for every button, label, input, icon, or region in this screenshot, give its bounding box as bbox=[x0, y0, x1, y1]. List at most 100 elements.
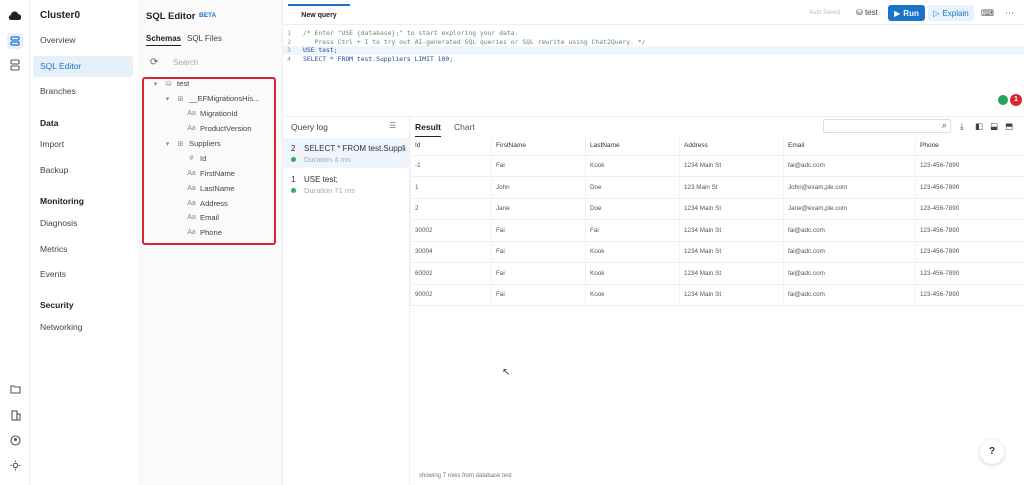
table-cell[interactable]: 1 bbox=[410, 176, 492, 199]
table-cell[interactable]: 123-456-7890 bbox=[915, 176, 1024, 199]
explain-label: Explain bbox=[942, 8, 969, 18]
database-selector[interactable]: ⛁ test bbox=[856, 8, 878, 17]
table-cell[interactable]: 123-456-7890 bbox=[915, 284, 1024, 306]
table-cell[interactable]: 123-456-7890 bbox=[915, 219, 1024, 242]
tab-chart[interactable]: Chart bbox=[454, 122, 475, 132]
tab-result[interactable]: Result bbox=[415, 122, 441, 138]
sql-editor[interactable]: 1 /* Enter "USE {database};" to start exp… bbox=[283, 26, 1024, 96]
table-cell[interactable]: 123-456-7890 bbox=[915, 241, 1024, 263]
cloud-logo-icon[interactable] bbox=[7, 7, 23, 23]
nav-item-metrics[interactable]: Metrics bbox=[33, 239, 133, 260]
run-button[interactable]: ▶ Run bbox=[888, 5, 925, 21]
table-cell[interactable]: -1 bbox=[410, 155, 492, 177]
layout-top-icon[interactable]: ⬒ bbox=[1005, 121, 1013, 132]
layout-left-icon[interactable]: ◧ bbox=[975, 121, 983, 132]
nav-item-events[interactable]: Events bbox=[33, 264, 133, 285]
query-log-item[interactable]: 2 SELECT * FROM test.Suppli... Duration … bbox=[283, 138, 410, 168]
server-stack-icon[interactable] bbox=[7, 57, 23, 73]
search-icon: ⌕ bbox=[941, 120, 947, 130]
cluster-name: Cluster0 bbox=[40, 10, 81, 21]
query-duration: Duration 4 ms bbox=[304, 155, 351, 164]
table-header-row: Id FirstName LastName Address Email Phon… bbox=[410, 137, 1024, 156]
table-cell[interactable]: Doe bbox=[585, 198, 680, 220]
refresh-icon[interactable]: ⟳ bbox=[150, 57, 158, 68]
table-cell[interactable]: 2 bbox=[410, 198, 492, 220]
database-icon[interactable] bbox=[7, 33, 23, 49]
table-cell[interactable]: John@exam,ple.com bbox=[783, 176, 916, 199]
table-cell[interactable]: fai@adc.com bbox=[783, 284, 916, 306]
nav-item-backup[interactable]: Backup bbox=[33, 160, 133, 181]
table-cell[interactable]: 1234 Main St bbox=[679, 262, 784, 285]
keyboard-icon[interactable]: ⌨ bbox=[981, 8, 994, 19]
nav-item-sql-editor[interactable]: SQL Editor bbox=[33, 56, 133, 77]
download-icon[interactable]: ⤓ bbox=[960, 121, 964, 132]
help-button[interactable]: ? bbox=[980, 440, 1004, 464]
table-cell[interactable]: Fai bbox=[491, 155, 586, 177]
table-cell[interactable]: 60002 bbox=[410, 262, 492, 285]
building-icon[interactable] bbox=[7, 407, 23, 423]
more-icon[interactable]: ⋯ bbox=[1005, 8, 1014, 19]
table-cell[interactable]: Kook bbox=[585, 155, 680, 177]
column-header[interactable]: Email bbox=[783, 137, 916, 156]
table-cell[interactable]: 1234 Main St bbox=[679, 284, 784, 306]
table-cell[interactable]: 30004 bbox=[410, 241, 492, 263]
table-cell[interactable]: fai@adc.com bbox=[783, 262, 916, 285]
tab-new-query[interactable]: New query bbox=[288, 4, 350, 25]
table-cell[interactable]: 30002 bbox=[410, 219, 492, 242]
table-cell[interactable]: 1234 Main St bbox=[679, 155, 784, 177]
table-cell[interactable]: fai@adc.com bbox=[783, 219, 916, 242]
folder-settings-icon[interactable] bbox=[7, 381, 23, 397]
nav-item-networking[interactable]: Networking bbox=[33, 317, 133, 338]
table-cell[interactable]: 1234 Main St bbox=[679, 241, 784, 263]
nav-item-overview[interactable]: Overview bbox=[33, 30, 133, 51]
table-cell[interactable]: 1234 Main St bbox=[679, 198, 784, 220]
nav-item-diagnosis[interactable]: Diagnosis bbox=[33, 213, 133, 234]
table-cell[interactable]: Jane bbox=[491, 198, 586, 220]
notification-badge[interactable]: 1 bbox=[1010, 94, 1022, 106]
nav-section-monitoring: Monitoring bbox=[40, 196, 84, 206]
table-cell[interactable]: 123-456-7890 bbox=[915, 262, 1024, 285]
table-cell[interactable]: Fai bbox=[491, 219, 586, 242]
nav-item-branches[interactable]: Branches bbox=[33, 81, 133, 102]
column-header[interactable]: Id bbox=[410, 137, 492, 156]
table-cell[interactable]: 123 Main St bbox=[679, 176, 784, 199]
table-cell[interactable]: 123-456-7890 bbox=[915, 155, 1024, 177]
column-header[interactable]: Phone bbox=[915, 137, 1024, 156]
table-cell[interactable]: Jane@exam,ple.com bbox=[783, 198, 916, 220]
results-search-input[interactable]: ⌕ bbox=[823, 119, 951, 133]
column-header[interactable]: Address bbox=[679, 137, 784, 156]
table-cell[interactable]: Kook bbox=[585, 262, 680, 285]
explain-button[interactable]: ▷ Explain bbox=[928, 5, 974, 21]
table-cell[interactable]: Fai bbox=[585, 219, 680, 242]
table-cell[interactable]: Kook bbox=[585, 241, 680, 263]
tab-sql-files[interactable]: SQL Files bbox=[187, 34, 222, 43]
theme-sun-icon[interactable] bbox=[7, 457, 23, 473]
filter-icon[interactable]: ☰ bbox=[389, 121, 396, 130]
success-dot-icon bbox=[291, 188, 296, 193]
autosave-status: Auto Saved bbox=[809, 10, 841, 16]
query-log-item[interactable]: 1 USE test; Duration 71 ms bbox=[283, 169, 410, 199]
table-cell[interactable]: Fai bbox=[491, 262, 586, 285]
table-row: 90002 Fai Kook 1234 Main St fai@adc.com 123-4… bbox=[410, 284, 1024, 306]
table-cell[interactable]: Doe bbox=[585, 176, 680, 199]
column-header[interactable]: FirstName bbox=[491, 137, 586, 156]
nav-section-data: Data bbox=[40, 118, 59, 128]
tab-schemas[interactable]: Schemas bbox=[146, 34, 182, 46]
layout-bottom-icon[interactable]: ⬓ bbox=[990, 121, 998, 132]
table-cell[interactable]: John bbox=[491, 176, 586, 199]
table-cell[interactable]: 90002 bbox=[410, 284, 492, 306]
schema-search-input[interactable]: Search bbox=[173, 58, 198, 67]
user-profile-icon[interactable] bbox=[7, 432, 23, 448]
table-cell[interactable]: 1234 Main St bbox=[679, 219, 784, 242]
table-cell[interactable]: Fai bbox=[491, 241, 586, 263]
table-cell[interactable]: Fai bbox=[491, 284, 586, 306]
nav-item-import[interactable]: Import bbox=[33, 134, 133, 155]
mouse-cursor-icon: ↖ bbox=[502, 367, 511, 378]
table-cell[interactable]: fai@adc.com bbox=[783, 155, 916, 177]
query-sql: SELECT * FROM test.Suppli... bbox=[304, 144, 406, 153]
ai-assistant-icon[interactable] bbox=[998, 95, 1008, 105]
column-header[interactable]: LastName bbox=[585, 137, 680, 156]
table-cell[interactable]: Kook bbox=[585, 284, 680, 306]
table-cell[interactable]: 123-456-7890 bbox=[915, 198, 1024, 220]
table-cell[interactable]: fai@adc.com bbox=[783, 241, 916, 263]
